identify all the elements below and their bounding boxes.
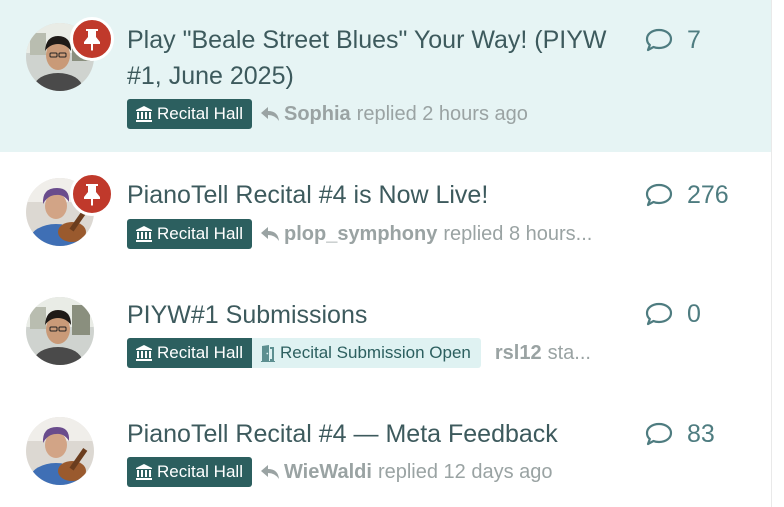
reply-count[interactable]: 83 — [645, 416, 715, 452]
topic-title-link[interactable]: PianoTell Recital #4 is Now Live! — [127, 177, 617, 213]
subcategory-label: Recital Submission Open — [279, 343, 471, 362]
topic-title-link[interactable]: PianoTell Recital #4 — Meta Feedback — [127, 416, 617, 452]
speech-bubble-icon — [645, 301, 673, 327]
topic-list: Play "Beale Street Blues" Your Way! (PIY… — [0, 0, 771, 507]
category-badge[interactable]: Recital Hall — [127, 457, 252, 487]
last-poster-link[interactable]: plop_symphony — [284, 223, 437, 246]
topic-row[interactable]: Play "Beale Street Blues" Your Way! (PIY… — [0, 0, 771, 152]
topic-meta: Recital Hall Recital Submission Open rsl… — [127, 338, 617, 368]
activity-text: replied 12 days ago — [377, 460, 553, 483]
bank-icon — [135, 344, 153, 362]
bank-icon — [135, 463, 153, 481]
topic-title-link[interactable]: PIYW#1 Submissions — [127, 297, 617, 333]
topic-meta: Recital Hall plop_symphony replied 8 hou… — [127, 219, 617, 249]
topic-title-link[interactable]: Play "Beale Street Blues" Your Way! (PIY… — [127, 22, 617, 94]
user-avatar[interactable] — [26, 297, 94, 365]
page-scroll-edge — [771, 0, 784, 507]
activity-text: replied 2 hours ago — [356, 102, 528, 125]
last-poster-link[interactable]: Sophia — [284, 103, 351, 126]
reply-count[interactable]: 276 — [645, 177, 729, 213]
topic-row[interactable]: PianoTell Recital #4 — Meta Feedback Rec… — [0, 392, 771, 507]
speech-bubble-icon — [645, 421, 673, 447]
pinned-badge — [70, 172, 114, 216]
last-activity: plop_symphony replied 8 hours... — [260, 223, 592, 246]
activity-text: sta... — [547, 341, 591, 364]
last-poster-link[interactable]: rsl12 — [495, 342, 542, 365]
topic-row[interactable]: PIYW#1 Submissions Recital Hall Recital … — [0, 272, 771, 392]
topic-meta: Recital Hall WieWaldi replied 12 days ag… — [127, 457, 553, 487]
category-label: Recital Hall — [157, 224, 243, 243]
last-activity: rsl12 sta... — [495, 342, 591, 365]
pinned-badge — [70, 17, 114, 61]
reply-count-value: 7 — [687, 25, 701, 54]
reply-count-value: 83 — [687, 419, 715, 448]
door-open-icon — [260, 344, 276, 362]
category-label: Recital Hall — [157, 462, 243, 481]
reply-arrow-icon — [260, 464, 280, 480]
guitarist-avatar-icon — [26, 417, 94, 485]
person-photo-avatar-icon — [26, 297, 94, 365]
pin-icon — [84, 184, 100, 206]
topic-meta: Recital Hall Sophia replied 2 hours ago — [127, 99, 528, 129]
pin-icon — [84, 29, 100, 51]
reply-count[interactable]: 0 — [645, 296, 701, 332]
user-avatar[interactable] — [26, 417, 94, 485]
subcategory-badge[interactable]: Recital Submission Open — [251, 338, 481, 368]
reply-count-value: 0 — [687, 299, 701, 328]
category-badge[interactable]: Recital Hall — [127, 99, 252, 129]
bank-icon — [135, 225, 153, 243]
category-label: Recital Hall — [157, 343, 243, 362]
activity-text: replied 8 hours... — [443, 222, 593, 245]
bank-icon — [135, 105, 153, 123]
reply-arrow-icon — [260, 106, 280, 122]
category-badge[interactable]: Recital Hall — [127, 338, 252, 368]
topic-row[interactable]: PianoTell Recital #4 is Now Live! Recita… — [0, 152, 771, 272]
last-activity: WieWaldi replied 12 days ago — [260, 461, 553, 484]
category-badge[interactable]: Recital Hall — [127, 219, 252, 249]
category-label: Recital Hall — [157, 104, 243, 123]
reply-count[interactable]: 7 — [645, 22, 701, 58]
last-poster-link[interactable]: WieWaldi — [284, 461, 372, 484]
speech-bubble-icon — [645, 27, 673, 53]
last-activity: Sophia replied 2 hours ago — [260, 103, 528, 126]
reply-arrow-icon — [260, 226, 280, 242]
reply-count-value: 276 — [687, 180, 729, 209]
speech-bubble-icon — [645, 182, 673, 208]
